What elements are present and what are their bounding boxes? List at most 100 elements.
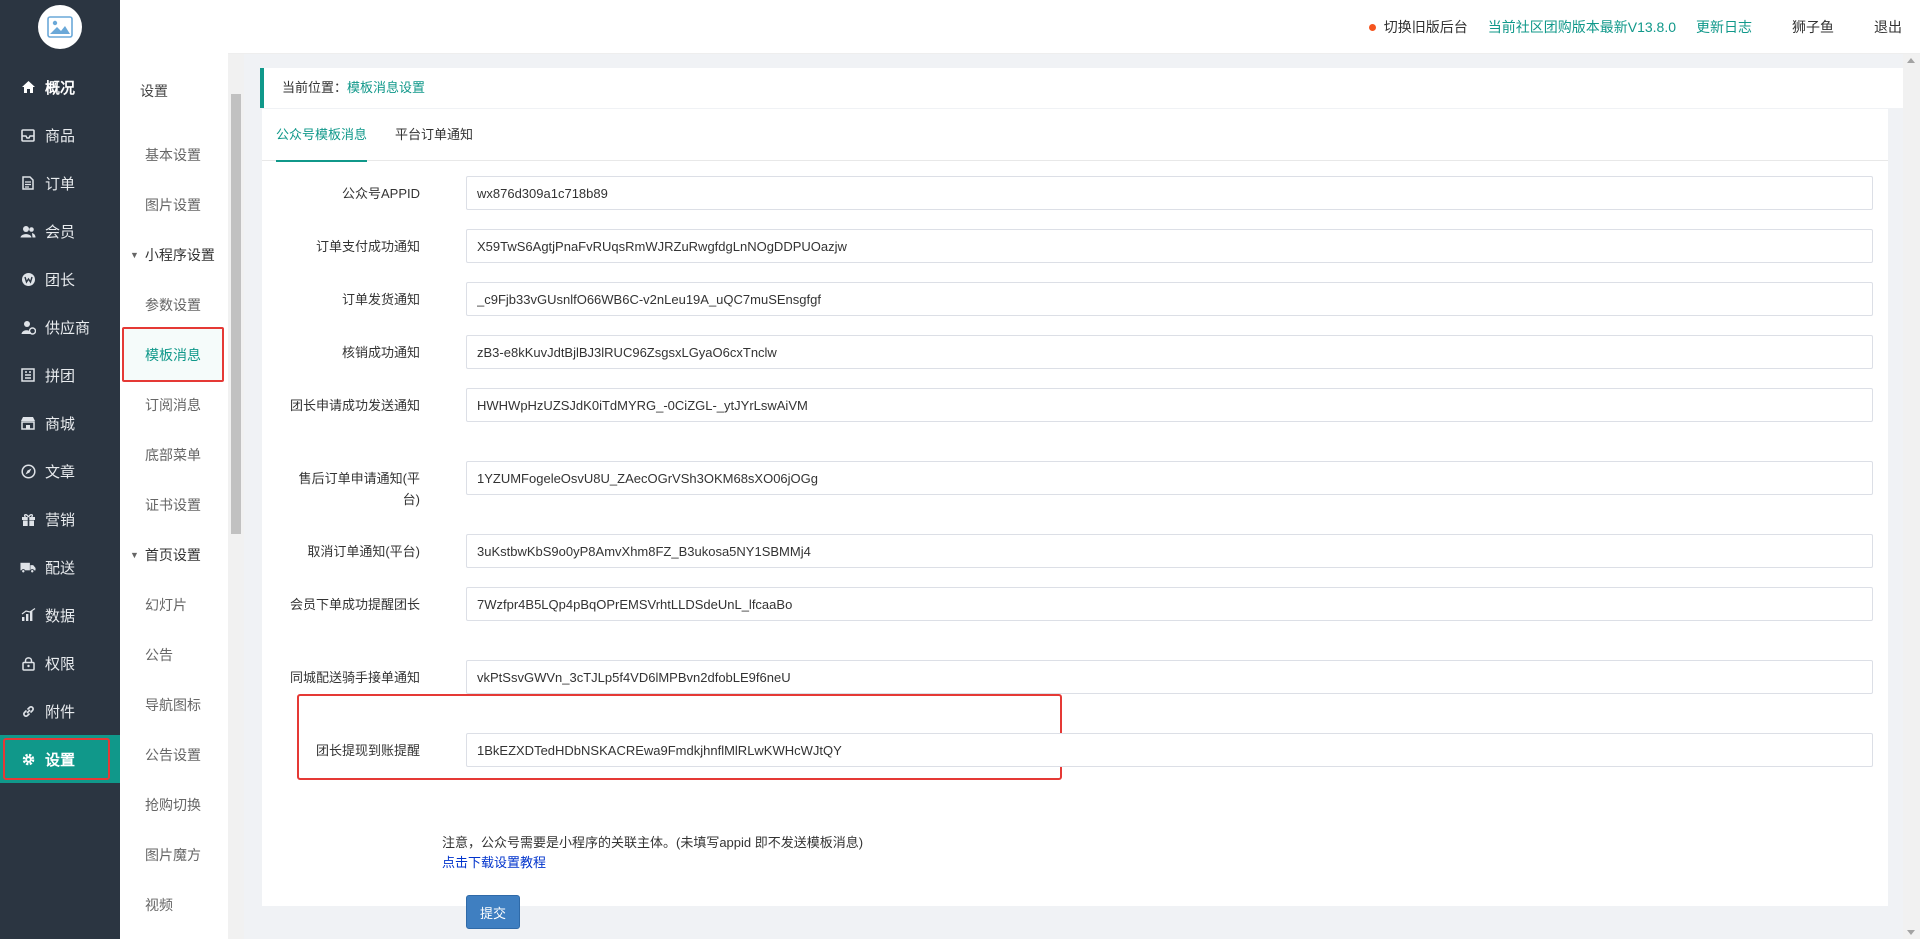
submenu-item-template-message[interactable]: 模板消息: [145, 345, 201, 365]
main-content: 当前位置：模板消息设置 公众号模板消息 平台订单通知 公众号APPID 订单支付…: [244, 54, 1904, 939]
submenu-item-params[interactable]: 参数设置: [145, 295, 201, 315]
logout-link[interactable]: 退出: [1874, 17, 1902, 37]
submenu-item-slides[interactable]: 幻灯片: [145, 595, 187, 615]
tab-bar: 公众号模板消息 平台订单通知: [262, 109, 1888, 162]
shipping-input[interactable]: [466, 282, 1873, 316]
submenu-item-notice[interactable]: 公告: [145, 645, 173, 665]
scroll-up-icon[interactable]: [1907, 58, 1915, 63]
submenu-item-subscribe-message[interactable]: 订阅消息: [145, 395, 201, 415]
nav-label: 商品: [45, 127, 76, 145]
lock-icon: [20, 655, 36, 671]
main-sidebar: 概况 商品 订单 会员 团长 供应商 拼团 商城 文章 营销 配送 数据 权限 …: [0, 0, 120, 939]
nav-label: 附件: [45, 703, 76, 721]
cancel-input[interactable]: [466, 534, 1873, 568]
submenu-item-image[interactable]: 图片设置: [145, 195, 201, 215]
logo-area: [0, 0, 120, 54]
nav-label: 拼团: [45, 367, 76, 385]
nav-label: 营销: [45, 511, 76, 529]
aftersale-input[interactable]: [466, 461, 1873, 495]
gift-icon: [20, 511, 36, 527]
submenu-item-bottom-menu[interactable]: 底部菜单: [145, 445, 201, 465]
verify-label: 核销成功通知: [341, 345, 420, 360]
nav-item-members[interactable]: 会员: [0, 207, 120, 255]
changelog-link[interactable]: 更新日志: [1696, 17, 1752, 37]
nav-label: 团长: [45, 271, 76, 289]
nav-label: 订单: [45, 175, 76, 193]
nav-item-data[interactable]: 数据: [0, 591, 120, 639]
submit-button[interactable]: 提交: [466, 895, 520, 929]
document-icon: [20, 175, 36, 191]
switch-old-admin-link[interactable]: 切换旧版后台: [1368, 17, 1468, 37]
member-order-input[interactable]: [466, 587, 1873, 621]
version-info[interactable]: 当前社区团购版本最新V13.8.0: [1488, 17, 1676, 37]
truck-icon: [20, 559, 36, 575]
header-actions: 切换旧版后台 当前社区团购版本最新V13.8.0 更新日志 狮子鱼 退出: [1349, 17, 1902, 37]
chart-icon: [20, 607, 36, 623]
member-order-label: 会员下单成功提醒团长: [290, 597, 421, 612]
submenu-group-homepage[interactable]: ▼ 首页设置: [130, 545, 201, 565]
nav-item-goods[interactable]: 商品: [0, 111, 120, 159]
users-icon: [20, 223, 36, 239]
appid-label: 公众号APPID: [341, 186, 420, 201]
nav-item-overview[interactable]: 概况: [0, 63, 120, 111]
page-scrollbar[interactable]: [1903, 54, 1920, 939]
nav-label: 权限: [45, 655, 76, 673]
user-name[interactable]: 狮子鱼: [1792, 17, 1834, 37]
shipping-label: 订单发货通知: [341, 292, 420, 307]
nav-item-attachments[interactable]: 附件: [0, 687, 120, 735]
leader-icon: [20, 271, 36, 287]
logo[interactable]: [38, 5, 82, 49]
aftersale-label: 售后订单申请通知(平台): [298, 471, 420, 507]
tab-official-account-template[interactable]: 公众号模板消息: [276, 109, 368, 162]
notice-text: 注意，公众号需要是小程序的关联主体。(未填写appid 即不发送模板消息): [442, 835, 864, 850]
withdraw-label: 团长提现到账提醒: [315, 743, 420, 758]
breadcrumb: 当前位置：模板消息设置: [260, 68, 1904, 108]
status-dot: [1368, 24, 1376, 31]
nav-item-settings[interactable]: 设置: [0, 735, 120, 783]
tab-platform-order-notice[interactable]: 平台订单通知: [395, 109, 473, 161]
leader-apply-label: 团长申请成功发送通知: [290, 398, 421, 413]
nav-label: 供应商: [45, 319, 91, 337]
nav-label: 商城: [45, 415, 76, 433]
nav-item-orders[interactable]: 订单: [0, 159, 120, 207]
submenu-item-certificate[interactable]: 证书设置: [145, 495, 201, 515]
submenu-group-miniprogram[interactable]: ▼ 小程序设置: [130, 245, 215, 265]
submenu-scrollbar[interactable]: [228, 54, 244, 939]
leader-apply-input[interactable]: [466, 388, 1873, 422]
nav-item-group-buy[interactable]: 拼团: [0, 351, 120, 399]
supplier-icon: [20, 319, 36, 335]
submenu-group-label: 小程序设置: [144, 247, 215, 263]
nav-item-marketing[interactable]: 营销: [0, 495, 120, 543]
submenu-item-image-magic[interactable]: 图片魔方: [145, 845, 201, 865]
verify-input[interactable]: [466, 335, 1873, 369]
submenu-item-nav-icons[interactable]: 导航图标: [145, 695, 201, 715]
home-icon: [20, 79, 36, 95]
submenu-title: 设置: [140, 83, 168, 99]
nav-item-delivery[interactable]: 配送: [0, 543, 120, 591]
store-icon: [20, 415, 36, 431]
withdraw-input[interactable]: [466, 733, 1873, 767]
breadcrumb-current[interactable]: 模板消息设置: [347, 80, 425, 95]
scrollbar-thumb[interactable]: [231, 94, 241, 534]
submenu-item-basic[interactable]: 基本设置: [145, 145, 201, 165]
caret-down-icon: ▼: [130, 250, 139, 260]
nav-item-suppliers[interactable]: 供应商: [0, 303, 120, 351]
download-tutorial-link[interactable]: 点击下载设置教程: [442, 852, 546, 871]
nav-item-mall[interactable]: 商城: [0, 399, 120, 447]
nav-label: 设置: [45, 751, 76, 769]
rider-label: 同城配送骑手接单通知: [290, 670, 421, 685]
submenu-item-notice-settings[interactable]: 公告设置: [145, 745, 201, 765]
nav-label: 概况: [45, 79, 76, 97]
nav-item-permissions[interactable]: 权限: [0, 639, 120, 687]
nav-item-articles[interactable]: 文章: [0, 447, 120, 495]
appid-input[interactable]: [466, 176, 1873, 210]
settings-card: 公众号模板消息 平台订单通知 公众号APPID 订单支付成功通知 订单发货通知 …: [262, 109, 1888, 929]
submenu-item-video[interactable]: 视频: [145, 895, 173, 915]
group-buy-icon: [20, 367, 36, 383]
rider-input[interactable]: [466, 660, 1873, 694]
scroll-down-icon[interactable]: [1907, 930, 1915, 935]
nav-item-leaders[interactable]: 团长: [0, 255, 120, 303]
submenu-item-flash-switch[interactable]: 抢购切换: [145, 795, 201, 815]
image-placeholder-icon: [47, 16, 73, 38]
pay-success-input[interactable]: [466, 229, 1873, 263]
